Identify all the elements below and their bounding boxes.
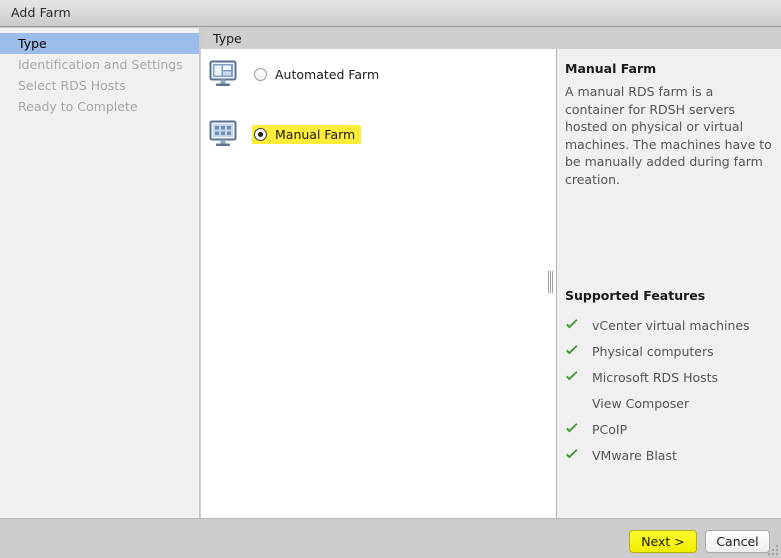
- radio-button-automated-farm[interactable]: [254, 67, 267, 81]
- feature-label: Microsoft RDS Hosts: [592, 369, 719, 385]
- feature-row: Physical computers: [565, 338, 775, 364]
- info-panel-description: A manual RDS farm is a container for RDS…: [565, 84, 772, 187]
- resize-grip-icon[interactable]: [768, 545, 778, 555]
- feature-label: Physical computers: [592, 343, 714, 359]
- add-farm-dialog: Add Farm Type Identification and Setting…: [0, 0, 781, 558]
- monitor-panes-icon: [208, 60, 238, 88]
- check-icon: [565, 449, 582, 461]
- farm-type-options-pane: Automated Farm Manual Farm: [201, 49, 555, 518]
- check-icon: [565, 319, 582, 331]
- option-manual-farm[interactable]: Manual Farm: [208, 120, 362, 148]
- radio-button-manual-farm[interactable]: [254, 127, 267, 141]
- next-button[interactable]: Next >: [629, 530, 697, 553]
- sidebar-item-label: Select RDS Hosts: [18, 78, 126, 93]
- feature-label: vCenter virtual machines: [592, 317, 750, 333]
- check-icon: [565, 345, 582, 357]
- feature-row: PCoIP: [565, 416, 775, 442]
- sidebar-item-type[interactable]: Type: [0, 33, 199, 54]
- supported-features-title: Supported Features: [565, 288, 706, 303]
- option-label: Automated Farm: [275, 66, 380, 82]
- feature-row: Microsoft RDS Hosts: [565, 364, 775, 390]
- info-panel-title: Manual Farm: [565, 61, 657, 76]
- info-panel: Manual Farm A manual RDS farm is a conta…: [556, 49, 781, 518]
- section-header: Type: [201, 28, 781, 49]
- cancel-button[interactable]: Cancel: [705, 530, 770, 553]
- wizard-step-sidebar: Type Identification and Settings Select …: [0, 28, 200, 518]
- sidebar-item-select-rds-hosts: Select RDS Hosts: [0, 75, 199, 96]
- monitor-grid-icon: [208, 120, 238, 148]
- sidebar-item-label: Identification and Settings: [18, 57, 183, 72]
- sidebar-item-identification-and-settings: Identification and Settings: [0, 54, 199, 75]
- sidebar-item-ready-to-complete: Ready to Complete: [0, 96, 199, 117]
- window-title: Add Farm: [11, 5, 71, 20]
- option-automated-farm[interactable]: Automated Farm: [208, 60, 385, 88]
- sidebar-item-label: Type: [18, 36, 47, 51]
- feature-label: View Composer: [592, 395, 690, 411]
- sidebar-item-label: Ready to Complete: [18, 99, 138, 114]
- check-icon: [565, 423, 582, 435]
- feature-row: vCenter virtual machines: [565, 312, 775, 338]
- feature-row: VMware Blast: [565, 442, 775, 468]
- section-header-title: Type: [213, 31, 242, 46]
- manual-farm-radio-wrap[interactable]: Manual Farm: [252, 124, 362, 144]
- title-bar: Add Farm: [0, 0, 781, 27]
- feature-row: View Composer: [565, 390, 775, 416]
- automated-farm-radio-wrap[interactable]: Automated Farm: [252, 65, 385, 84]
- dialog-footer: Next > Cancel: [0, 518, 781, 558]
- feature-label: PCoIP: [592, 421, 628, 437]
- option-label: Manual Farm: [275, 126, 356, 142]
- pane-splitter[interactable]: [545, 49, 556, 518]
- check-icon: [565, 371, 582, 383]
- splitter-grip-icon[interactable]: [548, 271, 553, 293]
- supported-features-list: vCenter virtual machines Physical comput…: [565, 312, 775, 468]
- feature-label: VMware Blast: [592, 447, 677, 463]
